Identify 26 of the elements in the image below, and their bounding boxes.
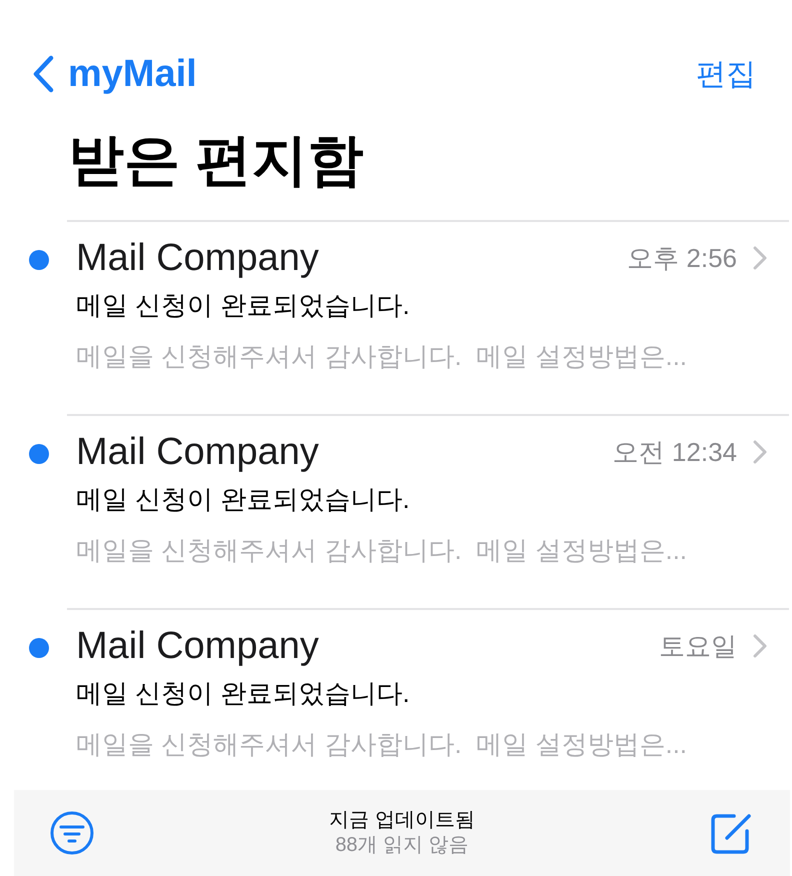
message-preview: 메일을 신청해주셔서 감사합니다. 메일 설정방법은... <box>75 340 688 373</box>
message-subject: 메일 신청이 완료되었습니다. <box>75 677 410 710</box>
message-row[interactable]: Mail Company 토요일 메일 신청이 완료되었습니다. 메일을 신청해주셔서 감사합니다. 메일 설정방법은... <box>67 608 789 788</box>
back-button[interactable]: myMail <box>32 46 197 102</box>
message-row[interactable]: Mail Company 오전 12:34 메일 신청이 완료되었습니다. 메일을 신청해주셔서 감사합니다. 메일 설정방법은... <box>67 414 789 608</box>
message-time: 오후 2:56 <box>627 242 737 274</box>
update-status: 지금 업데이트됨 <box>329 808 475 833</box>
sender-name: Mail Company <box>76 624 319 669</box>
chevron-icon <box>753 440 767 464</box>
chevron-icon <box>753 634 767 658</box>
message-time: 토요일 <box>659 630 737 662</box>
message-subject: 메일 신청이 완료되었습니다. <box>75 289 410 322</box>
message-time: 오전 12:34 <box>612 436 737 468</box>
edit-button[interactable]: 편집 <box>696 52 756 96</box>
sender-name: Mail Company <box>76 236 319 281</box>
unread-count: 88개 읽지 않음 <box>335 833 469 858</box>
back-chevron-icon <box>32 55 54 93</box>
message-preview: 메일을 신청해주셔서 감사합니다. 메일 설정방법은... <box>75 534 688 567</box>
filter-icon[interactable] <box>50 811 94 855</box>
message-preview: 메일을 신청해주셔서 감사합니다. 메일 설정방법은... <box>75 728 688 761</box>
message-subject: 메일 신청이 완료되었습니다. <box>75 483 410 516</box>
chevron-icon <box>753 246 767 270</box>
sender-name: Mail Company <box>76 430 319 475</box>
page-title: 받은 편지함 <box>68 127 364 193</box>
compose-icon[interactable] <box>710 811 754 855</box>
message-row[interactable]: Mail Company 오후 2:56 메일 신청이 완료되었습니다. 메일을 신청해주셔서 감사합니다. 메일 설정방법은... <box>67 220 789 414</box>
